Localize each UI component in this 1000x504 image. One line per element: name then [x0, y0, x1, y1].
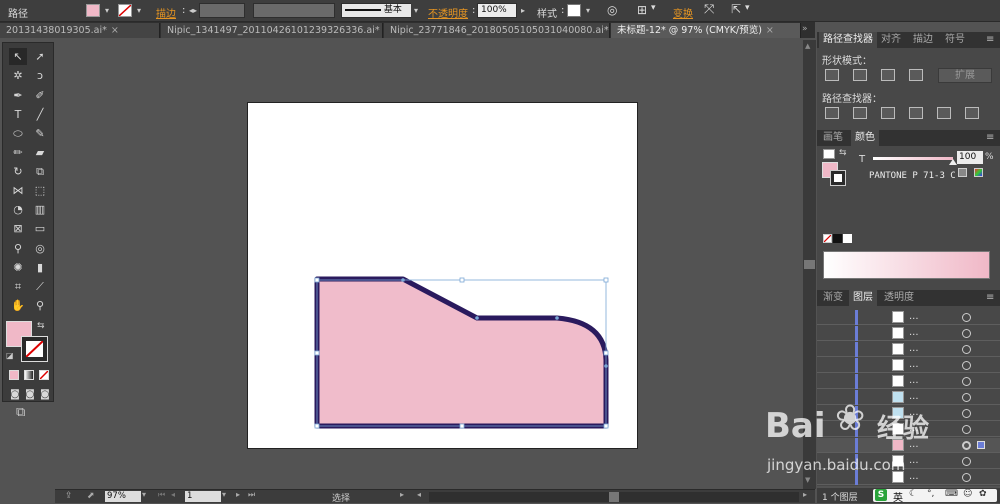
merge-icon[interactable] — [881, 107, 895, 119]
paw-icon: ❀ — [835, 398, 866, 439]
artboard-number-field[interactable]: 1 — [185, 491, 221, 502]
sogou-ime-icon[interactable]: S — [875, 489, 887, 501]
minus-back-icon[interactable] — [965, 107, 979, 119]
layer-target-icon[interactable] — [962, 329, 971, 338]
zoom-dropdown-icon[interactable]: ▾ — [142, 490, 146, 499]
none-color-chip[interactable] — [823, 234, 832, 243]
layer-target-icon[interactable] — [962, 313, 971, 322]
shape-modes-label: 形状模式： — [822, 56, 872, 67]
zoom-field[interactable]: 97% — [105, 491, 141, 502]
out-of-web-color-icon[interactable] — [974, 168, 983, 177]
none-slash-icon — [824, 235, 831, 242]
layer-target-icon[interactable] — [962, 377, 971, 386]
panel-menu-icon[interactable]: ≡ — [982, 130, 998, 146]
scroll-left-icon[interactable]: ◂ — [417, 490, 421, 499]
canvas-horizontal-scrollbar[interactable] — [429, 492, 799, 502]
watermark-jingyan-text: 经验 — [877, 414, 930, 444]
minus-front-icon[interactable] — [853, 69, 867, 81]
current-tool-label: 选择 — [332, 494, 351, 504]
tab-brushes[interactable]: 画笔 — [819, 130, 847, 146]
white-color-chip[interactable] — [843, 234, 852, 243]
selected-path-shape[interactable] — [314, 276, 609, 429]
layer-name: ... — [909, 327, 919, 338]
tab-gradient[interactable]: 渐变 — [819, 290, 847, 306]
pantone-swatch-name: PANTONE P 71-3 C — [869, 171, 956, 181]
layer-count: 1 个图层 — [822, 493, 858, 503]
first-artboard-icon[interactable]: ⏮ — [158, 490, 165, 500]
unite-icon[interactable] — [825, 69, 839, 81]
watermark-brand-text: Bai — [765, 406, 826, 446]
status-bar: ⇪ ⬈ 97% ▾ ⏮ ◂ 1 ▾ ▸ ⏭ 选择 ▸ ◂ ▸ — [55, 489, 815, 504]
tint-ramp[interactable] — [823, 251, 990, 279]
intersect-icon[interactable] — [881, 69, 895, 81]
status-menu-icon[interactable]: ▸ — [400, 490, 404, 499]
scroll-right-icon[interactable]: ▸ — [803, 490, 807, 499]
tab-pathfinder[interactable]: 路径查找器 — [819, 32, 877, 48]
tab-layers[interactable]: 图层 — [849, 290, 877, 306]
panel-menu-icon[interactable]: ≡ — [982, 290, 998, 306]
tint-unit: % — [985, 152, 994, 162]
layer-row[interactable]: ... — [817, 374, 1000, 389]
keyboard-icon[interactable]: ⌨ — [945, 489, 958, 499]
tab-color[interactable]: 颜色 — [851, 130, 879, 146]
tint-label: T — [859, 154, 866, 165]
exclude-icon[interactable] — [909, 69, 923, 81]
layers-footer: 1 个图层 S 英 ☾ °, ⌨ ☺ ✿ — [817, 488, 1000, 504]
outline-icon[interactable] — [937, 107, 951, 119]
swap-colors-icon[interactable]: ⇆ — [839, 148, 847, 158]
layer-row[interactable]: ... — [817, 326, 1000, 341]
layer-target-icon[interactable] — [962, 361, 971, 370]
layer-name: ... — [909, 311, 919, 322]
black-color-chip[interactable] — [833, 234, 842, 243]
crop-icon[interactable] — [909, 107, 923, 119]
layer-name: ... — [909, 343, 919, 354]
next-artboard-icon[interactable]: ▸ — [236, 490, 240, 499]
system-tray: S 英 ☾ °, ⌨ ☺ ✿ — [873, 489, 997, 504]
tab-transparency[interactable]: 透明度 — [880, 290, 918, 306]
horizontal-scrollbar-thumb[interactable] — [609, 492, 619, 502]
pathfinder-panel-body: 形状模式： 扩展 路径查找器： — [817, 48, 1000, 130]
pathfinders-label: 路径查找器： — [822, 94, 882, 105]
layer-name: ... — [909, 375, 919, 386]
layer-name: ... — [909, 359, 919, 370]
baidu-jingyan-watermark: Bai ❀ 经验 jingyan.baidu.com — [765, 398, 965, 488]
last-artboard-icon[interactable]: ⏭ — [248, 490, 255, 500]
punctuation-icon[interactable]: °, — [927, 489, 934, 499]
mini-fill-stroke-icon[interactable] — [823, 149, 835, 159]
layer-row[interactable]: ... — [817, 358, 1000, 373]
tab-stroke[interactable]: 描边 — [909, 32, 937, 48]
divide-icon[interactable] — [825, 107, 839, 119]
moon-icon[interactable]: ☾ — [909, 489, 917, 499]
selection-indicator[interactable] — [977, 441, 985, 449]
export-icon[interactable]: ⬈ — [87, 491, 95, 501]
color-panel-header: 画笔 颜色 ≡ — [817, 130, 1000, 146]
ime-language-label[interactable]: 英 — [893, 489, 903, 504]
tint-slider-track[interactable] — [873, 157, 953, 160]
tab-align[interactable]: 对齐 — [877, 32, 905, 48]
scroll-up-icon[interactable]: ▲ — [805, 42, 810, 50]
expand-button[interactable]: 扩展 — [938, 68, 992, 83]
layer-row[interactable]: ... — [817, 310, 1000, 325]
artboard-dropdown-icon[interactable]: ▾ — [222, 490, 226, 499]
color-stroke-swatch[interactable] — [830, 170, 846, 186]
scrollbar-thumb[interactable] — [804, 260, 815, 269]
color-panel-body: ⇆ T 100 % PANTONE P 71-3 C — [817, 146, 1000, 294]
user-icon[interactable]: ☺ — [963, 489, 972, 499]
trim-icon[interactable] — [853, 107, 867, 119]
layers-panel-header: 渐变 图层 透明度 ≡ — [817, 290, 1000, 306]
tint-slider-thumb[interactable] — [949, 159, 957, 165]
share-icon[interactable]: ⇪ — [65, 491, 73, 501]
watermark-url: jingyan.baidu.com — [767, 456, 906, 474]
layer-target-icon[interactable] — [962, 345, 971, 354]
previous-artboard-icon[interactable]: ◂ — [171, 490, 175, 499]
skin-icon[interactable]: ✿ — [979, 489, 987, 499]
out-of-gamut-icon[interactable] — [958, 168, 967, 177]
panel-menu-icon[interactable]: ≡ — [982, 32, 998, 48]
pathfinder-panel-header: 路径查找器 对齐 描边 符号 ≡ — [817, 32, 1000, 48]
tab-symbols[interactable]: 符号 — [941, 32, 969, 48]
layer-row[interactable]: ... — [817, 342, 1000, 357]
tint-value-field[interactable]: 100 — [957, 151, 983, 164]
